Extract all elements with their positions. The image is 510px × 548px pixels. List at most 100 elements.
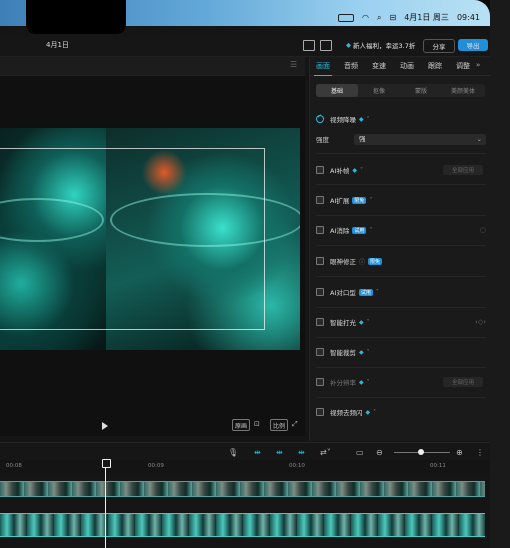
- layout-icon[interactable]: [303, 40, 315, 51]
- audio-split-icon[interactable]: ⇄˅: [320, 448, 331, 457]
- checkbox[interactable]: [316, 348, 324, 356]
- share-button[interactable]: 分享: [423, 39, 455, 53]
- laptop-bezel: [490, 0, 510, 548]
- loading-icon: ○: [479, 226, 486, 234]
- chevron-down-icon[interactable]: ˅: [373, 409, 376, 416]
- zoom-slider-handle[interactable]: [418, 449, 424, 455]
- divider: [316, 307, 486, 308]
- tab-tracking[interactable]: 跟踪: [428, 61, 442, 71]
- battery-icon: [338, 13, 355, 22]
- crop-frame[interactable]: [0, 148, 265, 330]
- tab-speed[interactable]: 变速: [372, 61, 386, 71]
- subtab-mask[interactable]: 蒙版: [400, 84, 442, 97]
- zoom-out-icon[interactable]: ⊖: [376, 448, 383, 457]
- checkbox[interactable]: [316, 378, 324, 386]
- chevron-down-icon[interactable]: ˅: [369, 227, 372, 234]
- chevron-down-icon[interactable]: ˅: [367, 349, 370, 356]
- chevron-down-icon[interactable]: ˅: [367, 379, 370, 386]
- checkbox[interactable]: [316, 408, 324, 416]
- control-center-icon[interactable]: ⊟: [390, 13, 397, 22]
- play-icon[interactable]: [102, 422, 108, 430]
- checkbox[interactable]: [316, 196, 324, 204]
- snap-icon[interactable]: ⇹: [276, 448, 283, 457]
- subtab-basic[interactable]: 基础: [316, 84, 358, 97]
- chevron-up-icon[interactable]: ˄: [367, 116, 370, 123]
- option-deflicker[interactable]: 视频去频闪 ◆ ˅: [316, 405, 486, 419]
- apply-all-button[interactable]: 全部应用: [443, 377, 483, 387]
- timeline-ruler[interactable]: 00:08 00:09 00:10 00:11: [0, 460, 490, 474]
- search-icon[interactable]: ⌕: [377, 13, 381, 23]
- option-smart-crop[interactable]: 智能裁剪 ◆ ˅: [316, 345, 486, 359]
- video-track-clip[interactable]: [0, 481, 485, 497]
- strength-select[interactable]: 强 ⌄: [354, 134, 486, 145]
- divider: [316, 245, 486, 246]
- divider: [316, 276, 486, 277]
- wifi-icon: ◠: [362, 13, 370, 22]
- export-label: 导出: [466, 42, 480, 50]
- ruler-tick: 00:09: [148, 463, 164, 469]
- option-eye-correction[interactable]: 眼神修正 ⓘ 限免: [316, 254, 486, 268]
- option-label: 视频降噪: [330, 116, 356, 124]
- subtab-beauty[interactable]: 美颜美体: [442, 84, 484, 97]
- video-player: 原画 ⊡ 比例 ⤢: [0, 76, 305, 436]
- apply-all-button[interactable]: 全部应用: [443, 165, 483, 175]
- info-icon[interactable]: ⓘ: [359, 257, 365, 266]
- tab-audio[interactable]: 音频: [344, 61, 358, 71]
- ruler-tick: 00:11: [430, 463, 446, 469]
- option-label: AI补帧: [330, 167, 350, 175]
- chevron-down-icon[interactable]: ˅: [376, 289, 379, 296]
- checkbox[interactable]: [316, 288, 324, 296]
- crop-icon[interactable]: ⊡: [254, 420, 260, 428]
- zoom-in-icon[interactable]: ⊕: [456, 448, 463, 457]
- more-icon[interactable]: ⋮: [476, 448, 484, 457]
- checkbox[interactable]: [316, 318, 324, 326]
- video-frame: [0, 128, 300, 350]
- apply-all-label: 全部应用: [451, 168, 474, 174]
- fullscreen-icon[interactable]: ⤢: [292, 420, 298, 429]
- chevron-down-icon[interactable]: ˅: [360, 167, 363, 174]
- chevron-down-icon[interactable]: ˅: [367, 319, 370, 326]
- inspector-panel: 画面 音频 变速 动画 跟踪 调整 » 基础 抠像 蒙版 美颜美体 视频降噪 ◆…: [309, 57, 490, 441]
- chevron-down-icon: ⌄: [476, 135, 482, 143]
- menubar-date: 4月1日 周三: [404, 13, 449, 22]
- option-label: 智能裁剪: [330, 349, 356, 357]
- keyframe-icon[interactable]: ‹◇›: [475, 318, 486, 326]
- tab-animation[interactable]: 动画: [400, 61, 414, 71]
- menubar-time: 09:41: [456, 13, 480, 22]
- subtab-keying[interactable]: 抠像: [358, 84, 400, 97]
- playhead[interactable]: [105, 460, 106, 548]
- option-smart-light[interactable]: 智能打光 ◆ ˅ ‹◇›: [316, 315, 486, 329]
- more-tabs-icon[interactable]: »: [476, 61, 480, 69]
- checkbox[interactable]: [316, 257, 324, 265]
- diamond-icon: ◆: [359, 348, 364, 356]
- divider: [316, 215, 486, 216]
- playhead-handle[interactable]: [102, 459, 111, 468]
- checkbox[interactable]: [316, 166, 324, 174]
- preview-axis-icon[interactable]: ⇹: [298, 448, 305, 457]
- microphone-icon[interactable]: 🎙: [228, 448, 238, 457]
- diamond-icon: ◆: [346, 41, 351, 49]
- captions-icon[interactable]: ▭: [356, 448, 364, 457]
- ratio-original-button[interactable]: 原画: [232, 419, 250, 431]
- divider: [316, 367, 486, 368]
- player-menu-icon[interactable]: ☰: [290, 60, 297, 69]
- chevron-down-icon[interactable]: ˅: [369, 197, 372, 204]
- tab-adjust[interactable]: 调整: [456, 61, 470, 71]
- app-screen: ◠ ⌕ ⊟ 4月1日 周三 09:41 4月1日 ◆ 新人福利，幸运3.7折 分享…: [0, 0, 490, 548]
- ratio-button[interactable]: 比例: [270, 419, 288, 431]
- tab-picture[interactable]: 画面: [314, 61, 332, 76]
- checkbox[interactable]: [316, 113, 324, 123]
- option-denoise[interactable]: 视频降噪 ◆ ˄: [316, 112, 486, 126]
- main-track-clip[interactable]: [0, 513, 485, 537]
- camera-notch: [26, 0, 126, 34]
- option-label: 智能打光: [330, 319, 356, 327]
- option-ai-erase[interactable]: AI消除 试用 ˅ ○: [316, 223, 486, 237]
- option-ai-lipsync[interactable]: AI对口型 试用 ˅: [316, 285, 486, 299]
- option-ai-expand[interactable]: AI扩展 限免 ˅: [316, 193, 486, 207]
- promo-banner[interactable]: ◆ 新人福利，幸运3.7折: [346, 39, 415, 51]
- monitor-icon[interactable]: [320, 40, 332, 51]
- link-icon[interactable]: ⇹: [254, 448, 261, 457]
- export-button[interactable]: 导出: [458, 39, 488, 51]
- divider: [316, 153, 486, 154]
- checkbox[interactable]: [316, 226, 324, 234]
